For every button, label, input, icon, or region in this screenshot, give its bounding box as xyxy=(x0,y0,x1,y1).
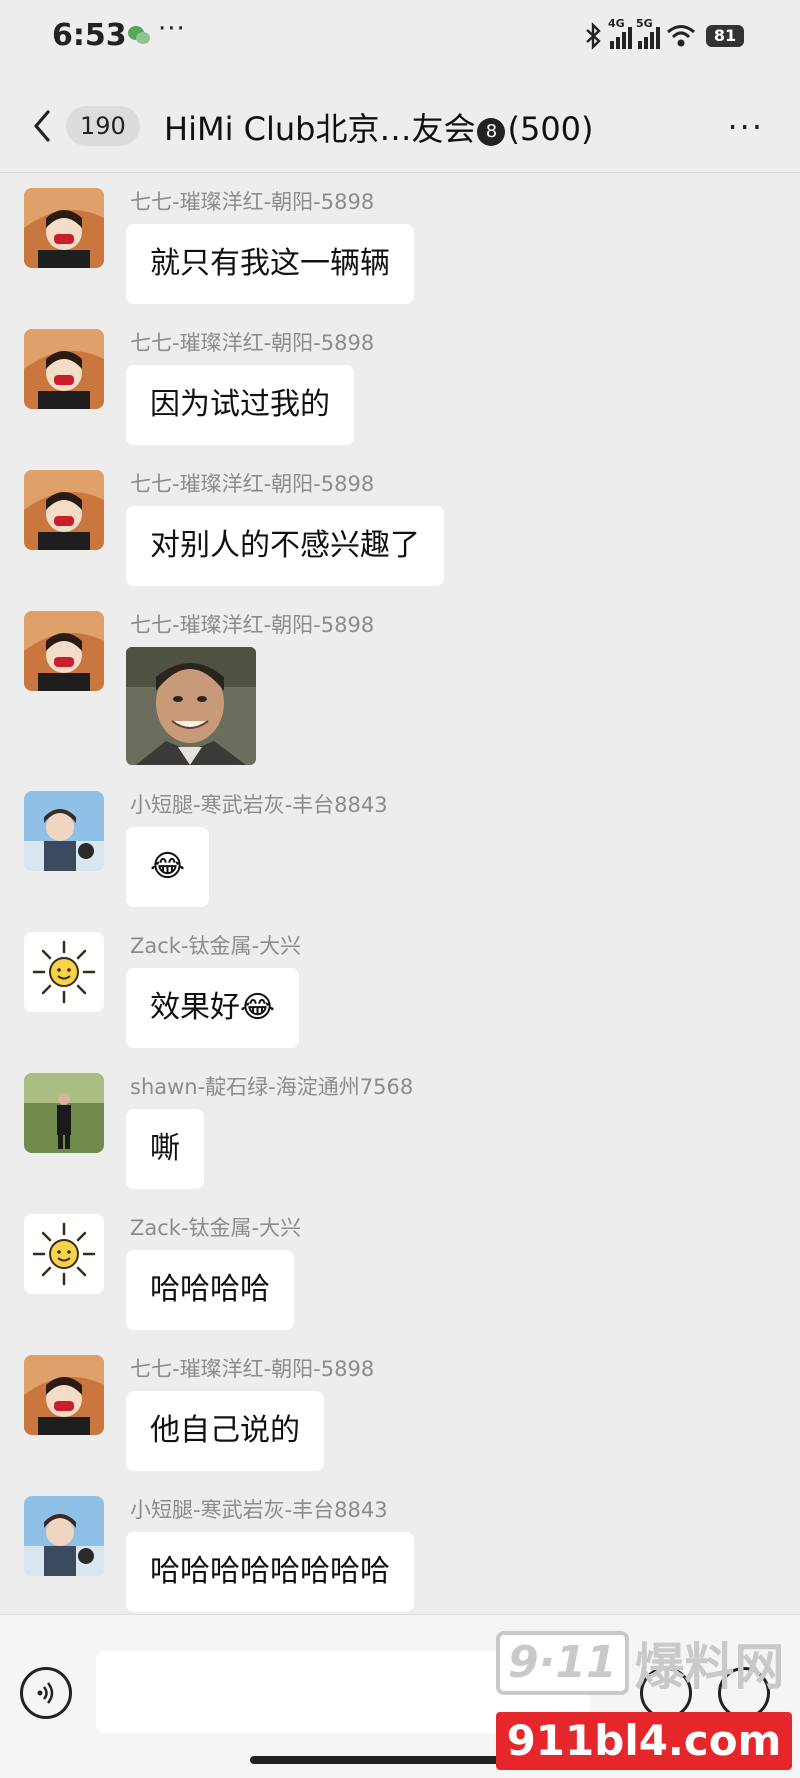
watermark-logo-number: 9·11 xyxy=(496,1631,629,1695)
avatar-xiaoduantui[interactable] xyxy=(24,1496,104,1576)
message-bubble[interactable]: 效果好😂 xyxy=(126,968,300,1048)
sender-name: 小短腿-寒武岩灰-丰台8843 xyxy=(130,793,388,817)
sender-name: Zack-钛金属-大兴 xyxy=(130,934,302,958)
message-bubble[interactable]: 他自己说的 xyxy=(126,1391,324,1471)
sender-name: 七七-璀璨洋红-朝阳-5898 xyxy=(130,472,375,496)
group-name: HiMi Club北京…友会 xyxy=(164,110,476,148)
voice-icon xyxy=(37,1682,54,1704)
message-bubble[interactable]: 对别人的不感兴趣了 xyxy=(126,506,444,586)
sender-name: 七七-璀璨洋红-朝阳-5898 xyxy=(130,613,375,637)
message-bubble[interactable]: 嘶 xyxy=(126,1109,204,1189)
watermark-logo: 9·11 爆料网 xyxy=(496,1624,796,1702)
avatar-zack[interactable] xyxy=(24,1214,104,1294)
avatar-qiqi[interactable] xyxy=(24,470,104,550)
sender-name: 小短腿-寒武岩灰-丰台8843 xyxy=(130,1498,388,1522)
cellular-signal-icon: 4G xyxy=(608,17,632,49)
smiling-man-sticker[interactable] xyxy=(126,647,256,765)
voice-input-button[interactable] xyxy=(20,1667,72,1719)
message-bubble[interactable]: 哈哈哈哈 xyxy=(126,1250,294,1330)
wifi-icon xyxy=(667,25,695,47)
cellular-signal-icon: 5G xyxy=(636,17,660,49)
group-badge: 8 xyxy=(477,118,506,146)
battery-icon: 81 xyxy=(706,25,744,47)
avatar-xiaoduantui[interactable] xyxy=(24,791,104,871)
watermark-url: 911bl4.com xyxy=(496,1712,792,1770)
sender-name: 七七-璀璨洋红-朝阳-5898 xyxy=(130,1357,375,1381)
unread-count-badge[interactable]: 190 xyxy=(66,106,140,146)
wechat-icon xyxy=(128,26,150,44)
sender-name: shawn-靛石绿-海淀通州7568 xyxy=(130,1075,414,1099)
avatar-qiqi[interactable] xyxy=(24,611,104,691)
watermark-logo-text: 爆料网 xyxy=(634,1638,785,1696)
sender-name: Zack-钛金属-大兴 xyxy=(130,1216,302,1240)
member-count: (500) xyxy=(507,110,594,148)
chat-title[interactable]: HiMi Club北京…友会 8 (500) xyxy=(164,104,594,150)
message-bubble[interactable]: 就只有我这一辆辆 xyxy=(126,224,414,304)
sender-name: 七七-璀璨洋红-朝阳-5898 xyxy=(130,331,375,355)
message-bubble[interactable]: 哈哈哈哈哈哈哈哈 xyxy=(126,1532,414,1612)
status-time: 6:53 xyxy=(52,18,127,53)
bluetooth-icon xyxy=(586,22,601,50)
status-more-icon: ··· xyxy=(158,14,186,44)
chat-header: 190 HiMi Club北京…友会 8 (500) ··· xyxy=(0,80,800,173)
status-indicators: 4G 5G 81 xyxy=(584,17,744,52)
avatar-qiqi[interactable] xyxy=(24,329,104,409)
status-bar: 6:53 ··· 4G 5G 81 xyxy=(0,0,800,72)
avatar-shawn[interactable] xyxy=(24,1073,104,1153)
avatar-qiqi[interactable] xyxy=(24,188,104,268)
watermark: 9·11 爆料网 911bl4.com xyxy=(496,1624,796,1774)
avatar-zack[interactable] xyxy=(24,932,104,1012)
message-bubble[interactable]: 😂 xyxy=(126,827,210,907)
back-arrow-icon[interactable] xyxy=(28,106,58,146)
message-bubble[interactable]: 因为试过我的 xyxy=(126,365,354,445)
avatar-qiqi[interactable] xyxy=(24,1355,104,1435)
more-options-icon[interactable]: ··· xyxy=(727,108,764,146)
sender-name: 七七-璀璨洋红-朝阳-5898 xyxy=(130,190,375,214)
